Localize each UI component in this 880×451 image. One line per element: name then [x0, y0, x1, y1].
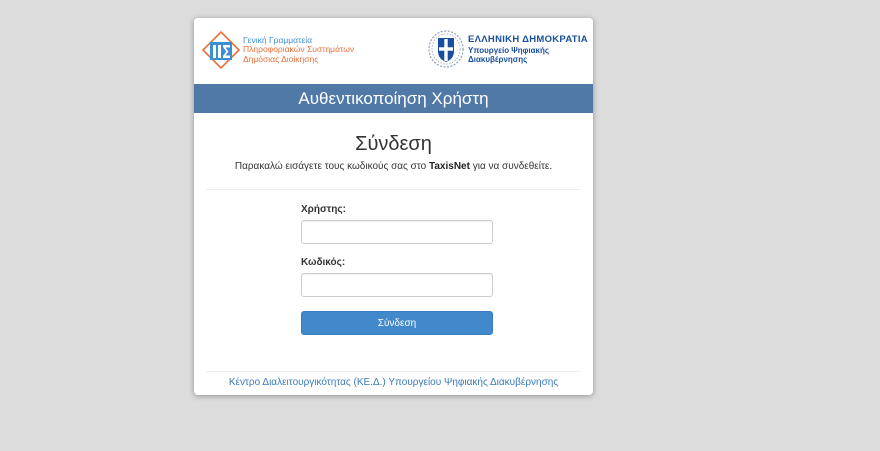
- login-button[interactable]: Σύνδεση: [301, 311, 493, 335]
- login-heading-section: Σύνδεση Παρακαλώ εισάγετε τους κωδικούς …: [206, 113, 581, 190]
- footer-link[interactable]: Κέντρο Διαλειτουργικότητας (ΚΕ.Δ.) Υπουρ…: [229, 377, 558, 388]
- gov-line-1: ΕΛΛΗΝΙΚΗ ΔΗΜΟΚΡΑΤΙΑ: [468, 33, 588, 45]
- login-form: Χρήστης: Κωδικός: Σύνδεση: [301, 204, 493, 335]
- gsis-logo-text: Γενική Γραμματεία Πληροφοριακών Συστημάτ…: [243, 35, 354, 65]
- login-instruction: Παρακαλώ εισάγετε τους κωδικούς σας στο …: [206, 161, 581, 172]
- auth-banner: Αυθεντικοποίηση Χρήστη: [194, 84, 593, 113]
- gov-line-3: Διακυβέρνησης: [468, 55, 528, 64]
- logo-header: Γενική Γραμματεία Πληροφοριακών Συστημάτ…: [194, 18, 593, 84]
- hellenic-emblem-icon: [428, 30, 464, 68]
- gsis-logo-icon: [202, 30, 240, 70]
- page-title: Σύνδεση: [355, 133, 432, 155]
- instruction-brand: TaxisNet: [428, 161, 470, 172]
- gsis-line-3: Δημόσιας Διοίκησης: [243, 53, 319, 64]
- login-card: Γενική Γραμματεία Πληροφοριακών Συστημάτ…: [194, 18, 593, 395]
- gov-logo-text: ΕΛΛΗΝΙΚΗ ΔΗΜΟΚΡΑΤΙΑ Υπουργείο Ψηφιακής Δ…: [468, 34, 588, 65]
- instruction-prefix: Παρακαλώ εισάγετε τους κωδικούς σας στο: [234, 161, 429, 172]
- password-label: Κωδικός:: [301, 257, 346, 268]
- instruction-suffix: για να συνδεθείτε.: [469, 161, 553, 172]
- username-input[interactable]: [301, 220, 493, 244]
- username-label: Χρήστης:: [301, 204, 346, 215]
- gov-logo: ΕΛΛΗΝΙΚΗ ΔΗΜΟΚΡΑΤΙΑ Υπουργείο Ψηφιακής Δ…: [427, 29, 588, 69]
- footer: Κέντρο Διαλειτουργικότητας (ΚΕ.Δ.) Υπουρ…: [206, 371, 581, 388]
- gsis-logo: Γενική Γραμματεία Πληροφοριακών Συστημάτ…: [202, 30, 354, 70]
- gov-line-2: Υπουργείο Ψηφιακής: [468, 45, 550, 55]
- password-input[interactable]: [301, 273, 493, 297]
